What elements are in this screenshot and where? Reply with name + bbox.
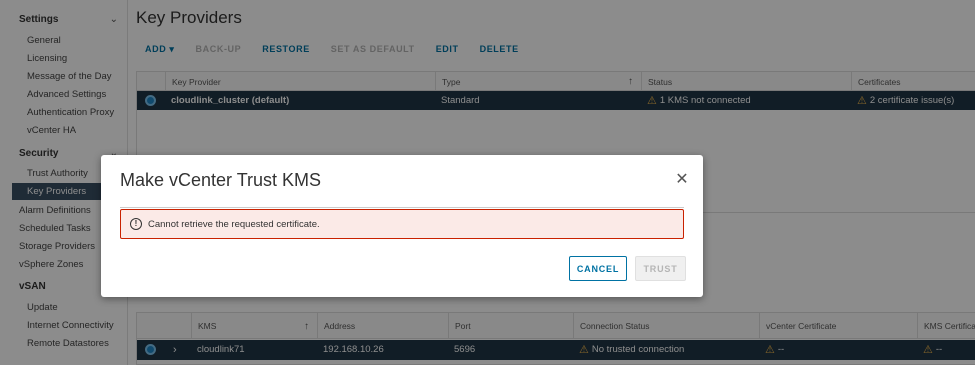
divider	[120, 207, 684, 208]
error-alert: ! Cannot retrieve the requested certific…	[120, 209, 684, 239]
error-message: Cannot retrieve the requested certificat…	[148, 218, 320, 230]
close-icon[interactable]: ✕	[674, 172, 690, 188]
dialog-title: Make vCenter Trust KMS	[120, 170, 322, 190]
cancel-button[interactable]: CANCEL	[569, 256, 627, 281]
make-vcenter-trust-kms-dialog: Make vCenter Trust KMS ✕ ! Cannot retrie…	[101, 155, 703, 297]
error-info-icon: !	[130, 218, 142, 230]
trust-button[interactable]: TRUST	[635, 256, 686, 281]
